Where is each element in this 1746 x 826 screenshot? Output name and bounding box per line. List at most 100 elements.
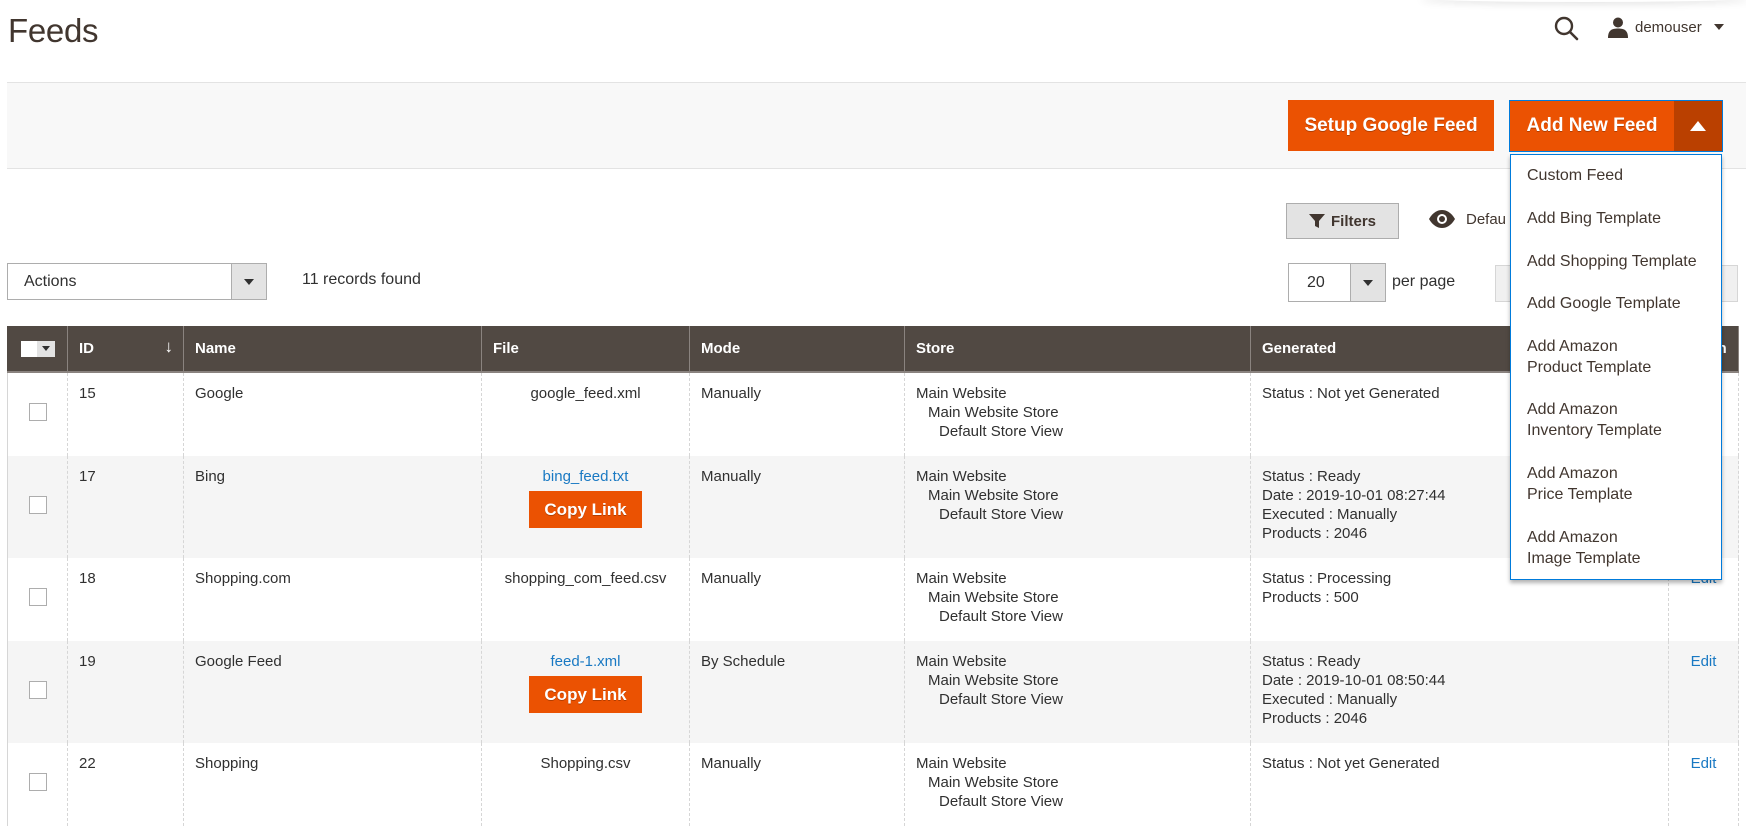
per-page-label: per page — [1392, 273, 1456, 290]
copy-link-button[interactable]: Copy Link — [529, 676, 642, 713]
generated-cell: Status : Ready Date : 2019-10-01 08:50:44… — [1250, 641, 1669, 743]
column-header-mode[interactable]: Mode — [689, 326, 905, 373]
column-header-store[interactable]: Store — [904, 326, 1251, 373]
add-new-feed-split-button: Add New Feed — [1509, 100, 1723, 152]
generated-line: Products : 500 — [1262, 589, 1359, 606]
menu-item-add-amazon-price-template[interactable]: Add Amazon Price Template — [1511, 463, 1671, 505]
chevron-down-icon — [41, 346, 50, 351]
column-label: File — [493, 340, 519, 357]
header-shadow — [1420, 0, 1746, 2]
store-view: Default Store View — [939, 793, 1063, 810]
store-cell: Main Website Main Website Store Default St… — [904, 456, 1251, 558]
store-website: Main Website — [916, 755, 1007, 772]
store-website: Main Website — [916, 653, 1007, 670]
view-label: Defau — [1466, 210, 1507, 228]
row-select-cell — [7, 372, 68, 456]
chevron-down-icon — [1713, 24, 1724, 30]
setup-google-feed-button[interactable]: Setup Google Feed — [1288, 100, 1494, 151]
menu-item-add-shopping-template[interactable]: Add Shopping Template — [1511, 251, 1721, 272]
generated-line: Executed : Manually — [1262, 691, 1398, 708]
chevron-down-icon — [1363, 279, 1373, 286]
add-new-feed-button[interactable]: Add New Feed — [1510, 101, 1674, 151]
file-cell: google_feed.xml — [481, 372, 690, 456]
column-header-name[interactable]: Name — [183, 326, 482, 373]
name-cell: Google — [183, 372, 482, 456]
row-select-cell — [7, 558, 68, 641]
column-label: Generated — [1262, 340, 1337, 357]
name-cell: Bing — [183, 456, 482, 558]
edit-link[interactable]: Edit — [1691, 755, 1717, 772]
mode-cell: Manually — [689, 456, 905, 558]
search-icon[interactable] — [1553, 15, 1579, 41]
feed-file-name: shopping_com_feed.csv — [504, 570, 667, 587]
view-switcher[interactable]: Defau — [1428, 210, 1506, 228]
column-label: Store — [916, 340, 955, 357]
mass-select-control[interactable] — [19, 340, 56, 357]
mode-cell: By Schedule — [689, 641, 905, 743]
action-cell: Edit — [1668, 743, 1739, 826]
table-row: 22 Shopping Shopping.csv Manually Main Websi… — [7, 743, 1739, 826]
username: demouser — [1635, 18, 1702, 36]
page-title: Feeds — [8, 12, 99, 49]
column-label: Name — [195, 340, 236, 357]
mode-cell: Manually — [689, 558, 905, 641]
mode-cell: Manually — [689, 372, 905, 456]
store-view: Default Store View — [939, 423, 1063, 440]
eye-icon — [1429, 210, 1455, 228]
row-checkbox[interactable] — [28, 588, 47, 606]
name-cell: Shopping — [183, 743, 482, 826]
menu-item-add-bing-template[interactable]: Add Bing Template — [1511, 208, 1721, 229]
mode-cell: Manually — [689, 743, 905, 826]
column-header-file[interactable]: File — [481, 326, 690, 373]
row-checkbox[interactable] — [28, 773, 47, 791]
select-all-header — [7, 326, 68, 373]
file-cell: feed-1.xml Copy Link — [481, 641, 690, 743]
store-view: Default Store View — [939, 691, 1063, 708]
store-group: Main Website Store — [928, 589, 1059, 606]
mass-select-dropdown[interactable] — [36, 340, 55, 357]
column-label: Mode — [701, 340, 741, 357]
per-page-arrow — [1350, 264, 1385, 301]
menu-item-add-google-template[interactable]: Add Google Template — [1511, 293, 1721, 314]
table-row: 18 Shopping.com shopping_com_feed.csv Manua… — [7, 558, 1739, 641]
chevron-up-icon — [1690, 121, 1706, 131]
id-cell: 18 — [67, 558, 184, 641]
select-all-checkbox[interactable] — [20, 340, 37, 357]
name-cell: Shopping.com — [183, 558, 482, 641]
store-cell: Main Website Main Website Store Default St… — [904, 641, 1251, 743]
file-cell: Shopping.csv — [481, 743, 690, 826]
column-label: ID — [79, 340, 94, 357]
id-cell: 22 — [67, 743, 184, 826]
store-group: Main Website Store — [928, 774, 1059, 791]
actions-dropdown-arrow — [231, 264, 266, 299]
table-row: 19 Google Feed feed-1.xml Copy Link By Sched… — [7, 641, 1739, 743]
row-checkbox[interactable] — [28, 495, 47, 514]
menu-item-add-amazon-product-template[interactable]: Add Amazon Product Template — [1511, 336, 1681, 378]
column-header-id[interactable]: ID ↓ — [67, 326, 184, 373]
feed-file-link[interactable]: bing_feed.txt — [543, 468, 629, 485]
row-checkbox[interactable] — [28, 403, 47, 421]
edit-link[interactable]: Edit — [1691, 653, 1717, 670]
generated-line: Date : 2019-10-01 08:50:44 — [1262, 672, 1446, 689]
user-icon — [1608, 17, 1628, 38]
feed-file-link[interactable]: feed-1.xml — [550, 653, 620, 670]
mass-actions-select[interactable]: Actions — [7, 263, 267, 300]
records-found: 11 records found — [302, 271, 421, 288]
file-cell: shopping_com_feed.csv — [481, 558, 690, 641]
feed-file-name: google_feed.xml — [530, 385, 641, 402]
generated-line: Status : Not yet Generated — [1262, 755, 1440, 772]
store-website: Main Website — [916, 468, 1007, 485]
per-page-select[interactable]: 20 — [1288, 263, 1386, 302]
per-page-value: 20 — [1307, 274, 1325, 291]
copy-link-button[interactable]: Copy Link — [529, 491, 642, 528]
add-new-feed-toggle[interactable] — [1674, 101, 1722, 151]
file-cell: bing_feed.txt Copy Link — [481, 456, 690, 558]
row-checkbox[interactable] — [28, 680, 47, 699]
menu-item-add-amazon-image-template[interactable]: Add Amazon Image Template — [1511, 527, 1681, 569]
sort-arrow-icon: ↓ — [164, 337, 174, 356]
filters-button[interactable]: Filters — [1286, 203, 1399, 239]
user-menu[interactable]: demouser — [1607, 16, 1724, 38]
menu-item-custom-feed[interactable]: Custom Feed — [1511, 165, 1721, 186]
store-website: Main Website — [916, 385, 1007, 402]
menu-item-add-amazon-inventory-template[interactable]: Add Amazon Inventory Template — [1511, 399, 1701, 441]
